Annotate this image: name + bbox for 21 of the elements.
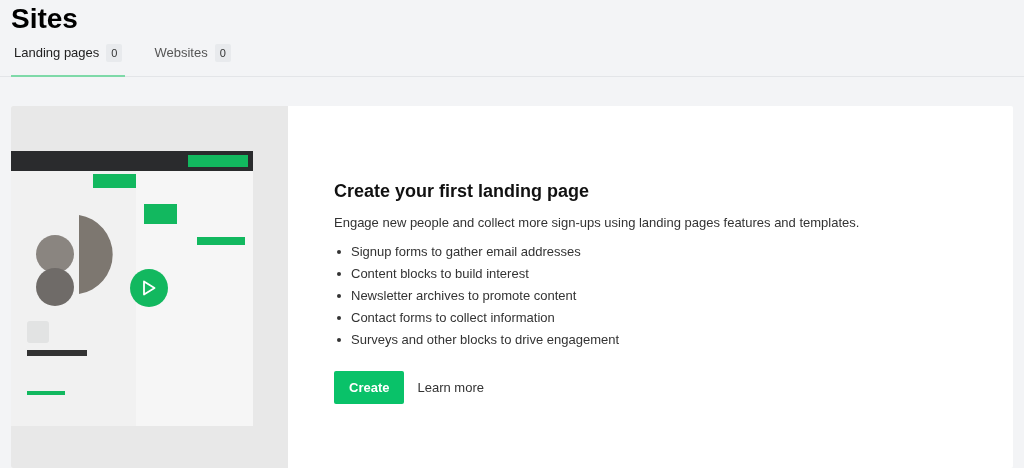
feature-item: Surveys and other blocks to drive engagement xyxy=(351,332,620,347)
bullet-icon xyxy=(337,293,341,298)
feature-item: Newsletter archives to promote content xyxy=(351,288,577,303)
feature-item: Contact forms to collect information xyxy=(351,310,555,325)
page-title: Sites xyxy=(11,2,79,33)
empty-state-description: Engage new people and collect more sign-ups using landing pages features and templates. xyxy=(334,213,860,232)
bullet-icon xyxy=(337,249,341,254)
bullet-icon xyxy=(337,337,341,342)
bullet-icon xyxy=(337,315,341,320)
learn-more-link[interactable]: Learn more xyxy=(417,377,484,398)
tab-label: Websites xyxy=(154,44,208,62)
feature-item: Content blocks to build interest xyxy=(351,266,529,281)
bullet-icon xyxy=(337,271,341,276)
tab-label: Landing pages xyxy=(14,44,100,62)
play-icon xyxy=(142,279,156,296)
tab-count: 0 xyxy=(214,43,231,62)
empty-state-heading: Create your first landing page xyxy=(334,179,591,203)
feature-item: Signup forms to gather email addresses xyxy=(351,244,581,259)
tab[interactable]: Websites 0 xyxy=(151,42,234,77)
tab[interactable]: Landing pages 0 xyxy=(11,42,126,77)
tab-count: 0 xyxy=(106,43,123,62)
